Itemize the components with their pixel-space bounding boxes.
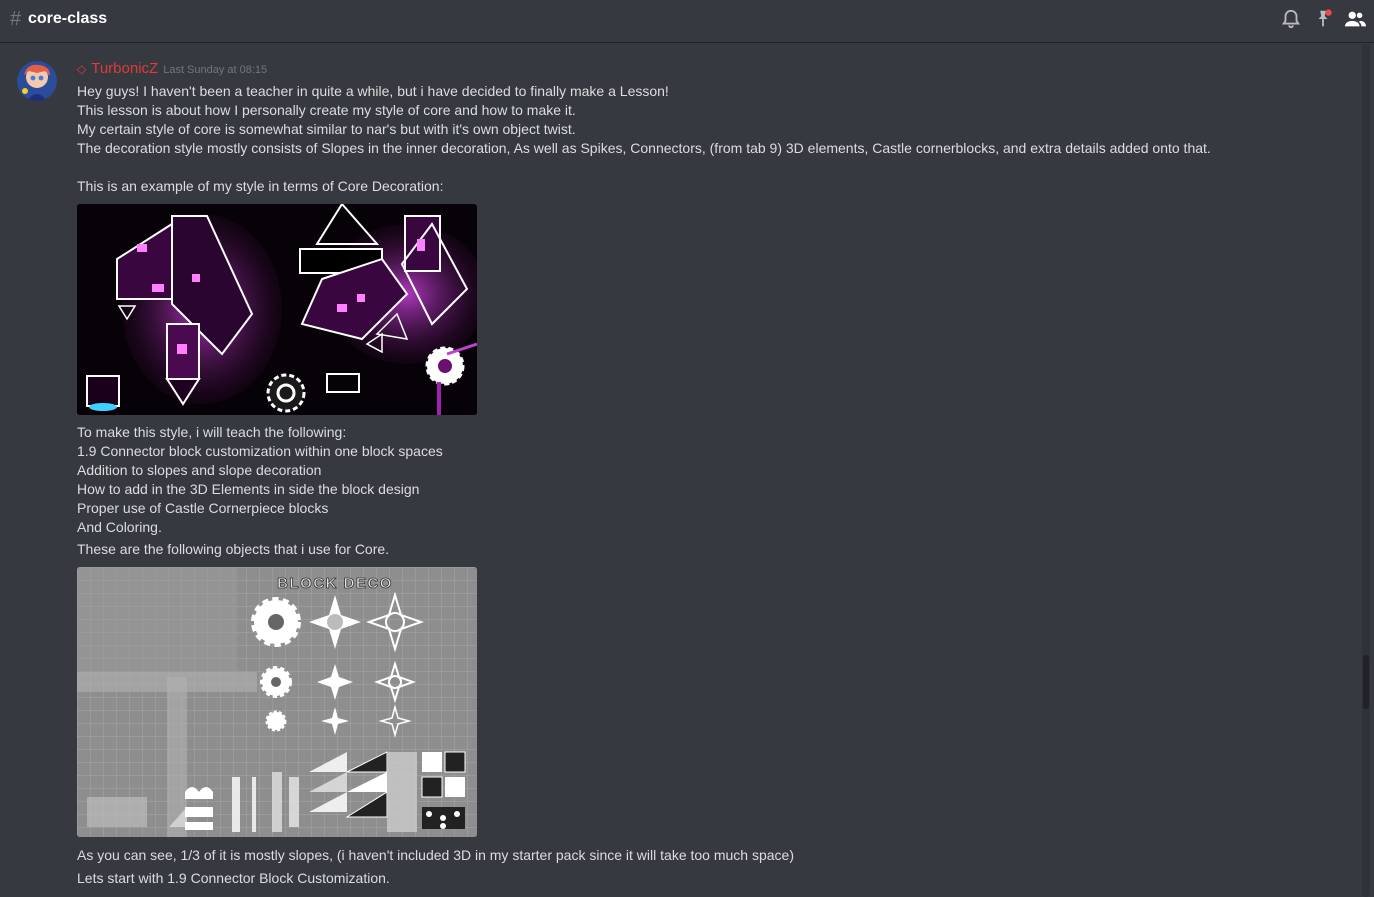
message-line: These are the following objects that i u… (77, 541, 390, 557)
message-list[interactable]: ◇ TurbonicZ Last Sunday at 08:15 Hey guy… (0, 44, 1362, 897)
message-line: Lets start with 1.9 Connector Block Cust… (77, 870, 390, 886)
message-line: This lesson is about how I personally cr… (77, 102, 576, 118)
message-line: 1.9 Connector block customization within… (77, 443, 443, 459)
message-header: ◇ TurbonicZ Last Sunday at 08:15 (77, 60, 267, 77)
block-deco-objects-image[interactable]: BLOCK DECO (77, 567, 477, 837)
bell-icon[interactable] (1280, 8, 1302, 30)
message-line: And Coloring. (77, 519, 162, 535)
message-line: Proper use of Castle Cornerpiece blocks (77, 500, 329, 516)
hash-icon: # (10, 8, 22, 30)
message-line: Hey guys! I haven't been a teacher in qu… (77, 83, 669, 99)
core-decoration-example-image[interactable] (77, 204, 477, 415)
message-line: My certain style of core is somewhat sim… (77, 121, 576, 137)
channel-header: # core-class (0, 0, 1374, 43)
message-timestamp: Last Sunday at 08:15 (163, 64, 268, 76)
author-name[interactable]: TurbonicZ (91, 60, 158, 77)
message-line: To make this style, i will teach the fol… (77, 424, 347, 440)
message-line: The decoration style mostly consists of … (77, 140, 1211, 156)
header-toolbar (1280, 8, 1366, 30)
role-icon: ◇ (77, 62, 87, 76)
avatar[interactable] (17, 61, 57, 101)
scrollbar-track[interactable] (1362, 44, 1370, 897)
members-icon[interactable] (1344, 8, 1366, 30)
message-line: Addition to slopes and slope decoration (77, 462, 322, 478)
scrollbar-thumb[interactable] (1363, 655, 1369, 709)
pin-icon[interactable] (1312, 8, 1334, 30)
message-line: As you can see, 1/3 of it is mostly slop… (77, 847, 794, 863)
message-line: This is an example of my style in terms … (77, 178, 444, 194)
channel-name: core-class (28, 10, 108, 27)
block-deco-label: BLOCK DECO (277, 575, 393, 592)
message-line: How to add in the 3D Elements in side th… (77, 481, 420, 497)
